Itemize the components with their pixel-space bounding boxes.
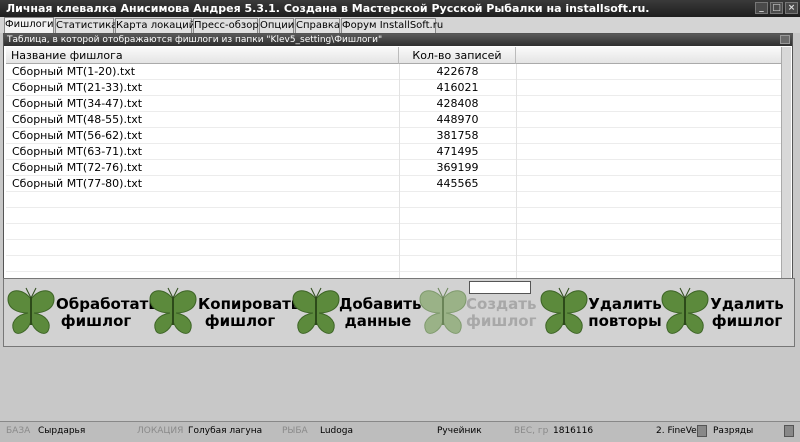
fishlog-name: Сборный МТ(56-62).txt (12, 129, 143, 142)
window-title: Личная клевалка Анисимова Андрея 5.3.1. … (6, 2, 650, 15)
tab-bar: Фишлоги Статистика Карта локаций Пресс-о… (0, 17, 800, 33)
vertical-scrollbar[interactable] (781, 47, 791, 310)
butterfly-icon (7, 287, 55, 335)
column-header-count[interactable]: Кол-во записей (399, 47, 516, 64)
chevron-down-icon[interactable] (697, 425, 707, 437)
fishlog-count: 381758 (436, 129, 479, 142)
fishlog-count: 422678 (436, 65, 479, 78)
status-bar: БАЗА Сырдарья ЛОКАЦИЯ Голубая лагуна РЫБ… (0, 421, 800, 442)
panel-title: Таблица, в которой отображаются фишлоги … (7, 35, 383, 45)
butterfly-icon (540, 287, 588, 335)
fishlog-count: 448970 (436, 113, 479, 126)
fishlog-name: Сборный МТ(72-76).txt (12, 161, 143, 174)
fishlog-count: 428408 (436, 97, 479, 110)
location-value[interactable]: Голубая лагуна (188, 426, 262, 436)
column-divider (516, 64, 517, 310)
fishlog-table: Название фишлога Кол-во записей Сборный … (6, 47, 784, 310)
butterfly-icon (149, 287, 197, 335)
tab-forum[interactable]: Форум InstallSoft.ru (341, 18, 443, 33)
table-row (6, 224, 784, 240)
fishlog-name: Сборный МТ(21-33).txt (12, 81, 143, 94)
mode-select[interactable]: 2. FineVe (656, 426, 697, 436)
table-row[interactable]: Сборный МТ(56-62).txt 381758 (6, 128, 784, 144)
new-fishlog-name-input[interactable] (469, 281, 531, 294)
base-label: БАЗА (6, 426, 31, 436)
table-row[interactable]: Сборный МТ(63-71).txt 471495 (6, 144, 784, 160)
fishlog-name: Сборный МТ(63-71).txt (12, 145, 143, 158)
chevron-down-icon[interactable] (784, 425, 794, 437)
fishlog-count: 416021 (436, 81, 479, 94)
digits-select[interactable]: Разряды (713, 426, 753, 436)
bait-value[interactable]: Ручейник (437, 426, 482, 436)
panel-header: Таблица, в которой отображаются фишлоги … (4, 34, 792, 46)
butterfly-icon (661, 287, 709, 335)
table-row[interactable]: Сборный МТ(72-76).txt 369199 (6, 160, 784, 176)
title-bar: Личная клевалка Анисимова Андрея 5.3.1. … (0, 0, 800, 17)
weight-label: ВЕС, гр (514, 426, 549, 436)
base-value[interactable]: Сырдарья (38, 426, 85, 436)
table-row (6, 208, 784, 224)
tab-options[interactable]: Опции (259, 18, 294, 33)
fishlog-name: Сборный МТ(34-47).txt (12, 97, 143, 110)
weight-value: 1816116 (553, 426, 594, 436)
table-row (6, 240, 784, 256)
location-label: ЛОКАЦИЯ (137, 426, 184, 436)
fish-label: РЫБА (282, 426, 308, 436)
close-button[interactable]: × (785, 2, 798, 14)
tab-location-map[interactable]: Карта локаций (115, 18, 195, 33)
tab-fishlogs[interactable]: Фишлоги (4, 17, 54, 33)
fishlog-name: Сборный МТ(48-55).txt (12, 113, 143, 126)
column-header-empty (516, 47, 784, 64)
butterfly-icon (292, 287, 340, 335)
minimize-button[interactable]: _ (755, 2, 768, 14)
add-data-button[interactable]: Добавить данные (291, 281, 421, 343)
fishlog-count: 369199 (436, 161, 479, 174)
table-row[interactable]: Сборный МТ(1-20).txt 422678 (6, 64, 784, 80)
fish-value[interactable]: Ludoga (320, 426, 353, 436)
remove-duplicates-button[interactable]: Удалить повторы (539, 281, 663, 343)
fishlog-name: Сборный МТ(1-20).txt (12, 65, 136, 78)
tab-help[interactable]: Справка (295, 18, 340, 33)
fishlog-count: 471495 (436, 145, 479, 158)
tab-statistics[interactable]: Статистика (55, 18, 117, 33)
delete-fishlog-button[interactable]: Удалить фишлог (660, 281, 790, 343)
process-fishlog-button[interactable]: Обработать фишлог (6, 281, 158, 343)
column-header-name[interactable]: Название фишлога (6, 47, 399, 64)
tab-press-review[interactable]: Пресс-обзор (193, 18, 259, 33)
table-row[interactable]: Сборный МТ(21-33).txt 416021 (6, 80, 784, 96)
fishlog-count: 445565 (436, 177, 479, 190)
panel-close-icon[interactable] (780, 35, 790, 44)
table-row (6, 192, 784, 208)
butterfly-icon (419, 287, 467, 335)
table-row (6, 256, 784, 272)
table-row[interactable]: Сборный МТ(48-55).txt 448970 (6, 112, 784, 128)
maximize-button[interactable]: □ (770, 2, 783, 14)
table-row[interactable]: Сборный МТ(77-80).txt 445565 (6, 176, 784, 192)
copy-fishlog-button[interactable]: Копировать фишлог (148, 281, 300, 343)
table-row[interactable]: Сборный МТ(34-47).txt 428408 (6, 96, 784, 112)
column-divider (399, 64, 400, 310)
fishlog-name: Сборный МТ(77-80).txt (12, 177, 143, 190)
